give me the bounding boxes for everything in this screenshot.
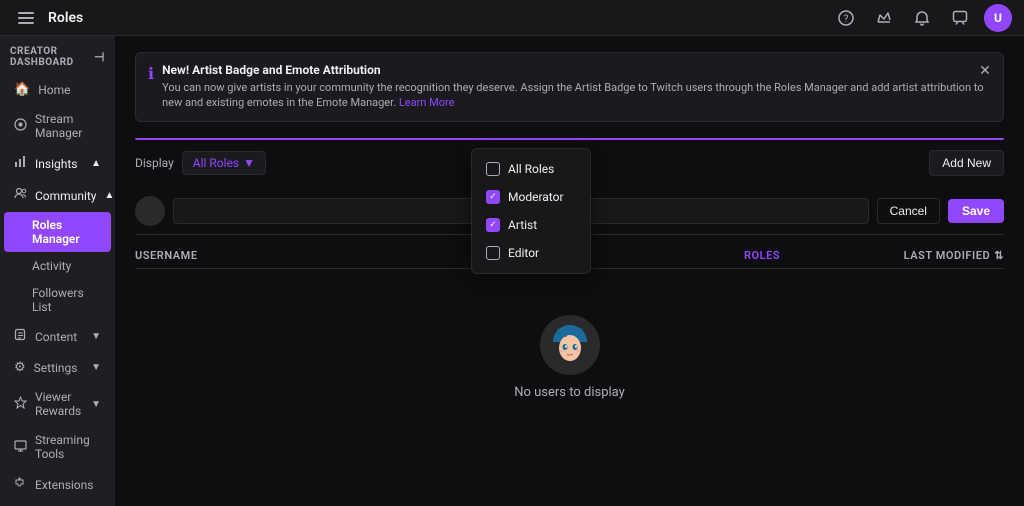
topbar: Roles ? U	[0, 0, 1024, 36]
insights-chevron: ▲	[91, 158, 101, 169]
artist-checkbox[interactable]: ✓	[486, 218, 500, 232]
content-icon	[14, 328, 27, 345]
dropdown-item-artist[interactable]: ✓ Artist	[472, 211, 590, 239]
sidebar-item-extensions[interactable]: Extensions	[4, 469, 111, 500]
sidebar-item-label: Stream Manager	[35, 112, 101, 140]
toolbar-left: Display All Roles ▼	[135, 151, 266, 175]
sidebar-item-label: Streaming Tools	[35, 433, 101, 461]
banner-content: New! Artist Badge and Emote Attribution …	[162, 63, 991, 111]
notifications-icon[interactable]	[908, 4, 936, 32]
insights-icon	[14, 155, 27, 172]
sidebar-item-creator-camp[interactable]: 🏕 Creator Camp ↗	[4, 501, 111, 506]
main-content: ℹ New! Artist Badge and Emote Attributio…	[115, 36, 1024, 506]
crown-icon[interactable]	[870, 4, 898, 32]
svg-text:?: ?	[844, 14, 849, 25]
avatar[interactable]: U	[984, 4, 1012, 32]
sidebar-item-label: Community	[35, 189, 96, 203]
help-icon[interactable]: ?	[832, 4, 860, 32]
moderator-label: Moderator	[508, 190, 564, 204]
sidebar-header: Creator Dashboard ⊣	[0, 36, 115, 74]
banner-close-button[interactable]: ✕	[975, 61, 995, 81]
sidebar-item-settings[interactable]: ⚙ Settings ▼	[4, 353, 111, 382]
banner-text: You can now give artists in your communi…	[162, 80, 991, 111]
modified-label: Last Modified	[904, 249, 991, 262]
moderator-checkbox[interactable]: ✓	[486, 190, 500, 204]
sidebar-item-label: Insights	[35, 157, 77, 171]
sidebar-item-content[interactable]: Content ▼	[4, 321, 111, 352]
stream-icon	[14, 118, 27, 135]
sidebar-item-viewer-rewards[interactable]: Viewer Rewards ▼	[4, 383, 111, 425]
cancel-button[interactable]: Cancel	[877, 198, 940, 224]
col-header-username: Username	[135, 249, 744, 262]
sidebar-item-insights[interactable]: Insights ▲	[4, 148, 111, 179]
viewer-rewards-icon	[14, 396, 27, 413]
sidebar-item-streaming-tools[interactable]: Streaming Tools	[4, 426, 111, 468]
home-icon: 🏠	[14, 82, 30, 97]
followers-list-label: Followers List	[32, 286, 101, 314]
artist-label: Artist	[508, 218, 537, 232]
topbar-left: Roles	[12, 4, 83, 32]
dropdown-item-editor[interactable]: Editor	[472, 239, 590, 267]
all-roles-checkbox[interactable]	[486, 162, 500, 176]
sidebar-sub-item-activity[interactable]: Activity	[4, 253, 111, 279]
community-icon	[14, 187, 27, 204]
page-title: Roles	[48, 10, 83, 26]
streaming-tools-icon	[14, 439, 27, 456]
sidebar-item-label: Home	[38, 83, 70, 97]
notification-banner: ℹ New! Artist Badge and Emote Attributio…	[135, 52, 1004, 122]
add-user-avatar-placeholder	[135, 196, 165, 226]
editor-checkbox[interactable]	[486, 246, 500, 260]
empty-state: No users to display	[135, 275, 1004, 440]
extensions-icon	[14, 476, 27, 493]
sidebar-item-community[interactable]: Community ▲	[4, 180, 111, 211]
dropdown-item-moderator[interactable]: ✓ Moderator	[472, 183, 590, 211]
sort-icon: ⇅	[994, 249, 1004, 262]
pin-icon[interactable]: ⊣	[94, 50, 105, 64]
community-chevron: ▲	[104, 190, 114, 201]
viewer-rewards-chevron: ▼	[91, 399, 101, 410]
accent-bar	[135, 138, 1004, 140]
display-label: Display	[135, 156, 174, 170]
sidebar-item-stream-manager[interactable]: Stream Manager	[4, 105, 111, 147]
activity-label: Activity	[32, 259, 71, 273]
settings-icon: ⚙	[14, 360, 26, 375]
banner-text-content: You can now give artists in your communi…	[162, 81, 983, 109]
sidebar-item-label: Viewer Rewards	[35, 390, 83, 418]
sidebar: Creator Dashboard ⊣ 🏠 Home Stream Manage…	[0, 36, 115, 506]
sidebar-item-home[interactable]: 🏠 Home	[4, 75, 111, 104]
col-header-roles[interactable]: Roles	[744, 249, 864, 262]
content-chevron: ▼	[91, 331, 101, 342]
filter-chevron: ▼	[243, 156, 255, 170]
sidebar-item-label: Content	[35, 330, 77, 344]
roles-manager-label: Roles Manager	[32, 218, 101, 246]
empty-state-avatar	[540, 315, 600, 375]
sidebar-sub-item-followers-list[interactable]: Followers List	[4, 280, 111, 320]
chat-icon[interactable]	[946, 4, 974, 32]
banner-info-icon: ℹ	[148, 64, 154, 83]
filter-label: All Roles	[193, 156, 239, 170]
sidebar-sub-item-roles-manager[interactable]: Roles Manager	[4, 212, 111, 252]
banner-learn-more-link[interactable]: Learn More	[399, 96, 455, 109]
editor-label: Editor	[508, 246, 539, 260]
empty-state-text: No users to display	[514, 385, 625, 400]
banner-title: New! Artist Badge and Emote Attribution	[162, 63, 991, 77]
save-button[interactable]: Save	[948, 199, 1004, 223]
add-new-button[interactable]: Add New	[929, 150, 1004, 176]
topbar-icons: ? U	[832, 4, 1012, 32]
sidebar-item-label: Settings	[34, 361, 78, 375]
layout: Creator Dashboard ⊣ 🏠 Home Stream Manage…	[0, 36, 1024, 506]
dropdown-item-all-roles[interactable]: All Roles	[472, 155, 590, 183]
sidebar-header-label: Creator Dashboard	[10, 46, 94, 68]
menu-icon[interactable]	[12, 4, 40, 32]
all-roles-filter-button[interactable]: All Roles ▼	[182, 151, 266, 175]
sidebar-item-label: Extensions	[35, 478, 93, 492]
settings-chevron: ▼	[91, 362, 101, 373]
col-header-modified[interactable]: Last Modified ⇅	[864, 249, 1004, 262]
roles-dropdown-menu: All Roles ✓ Moderator ✓ Artist Editor	[471, 148, 591, 274]
all-roles-label: All Roles	[508, 162, 554, 176]
